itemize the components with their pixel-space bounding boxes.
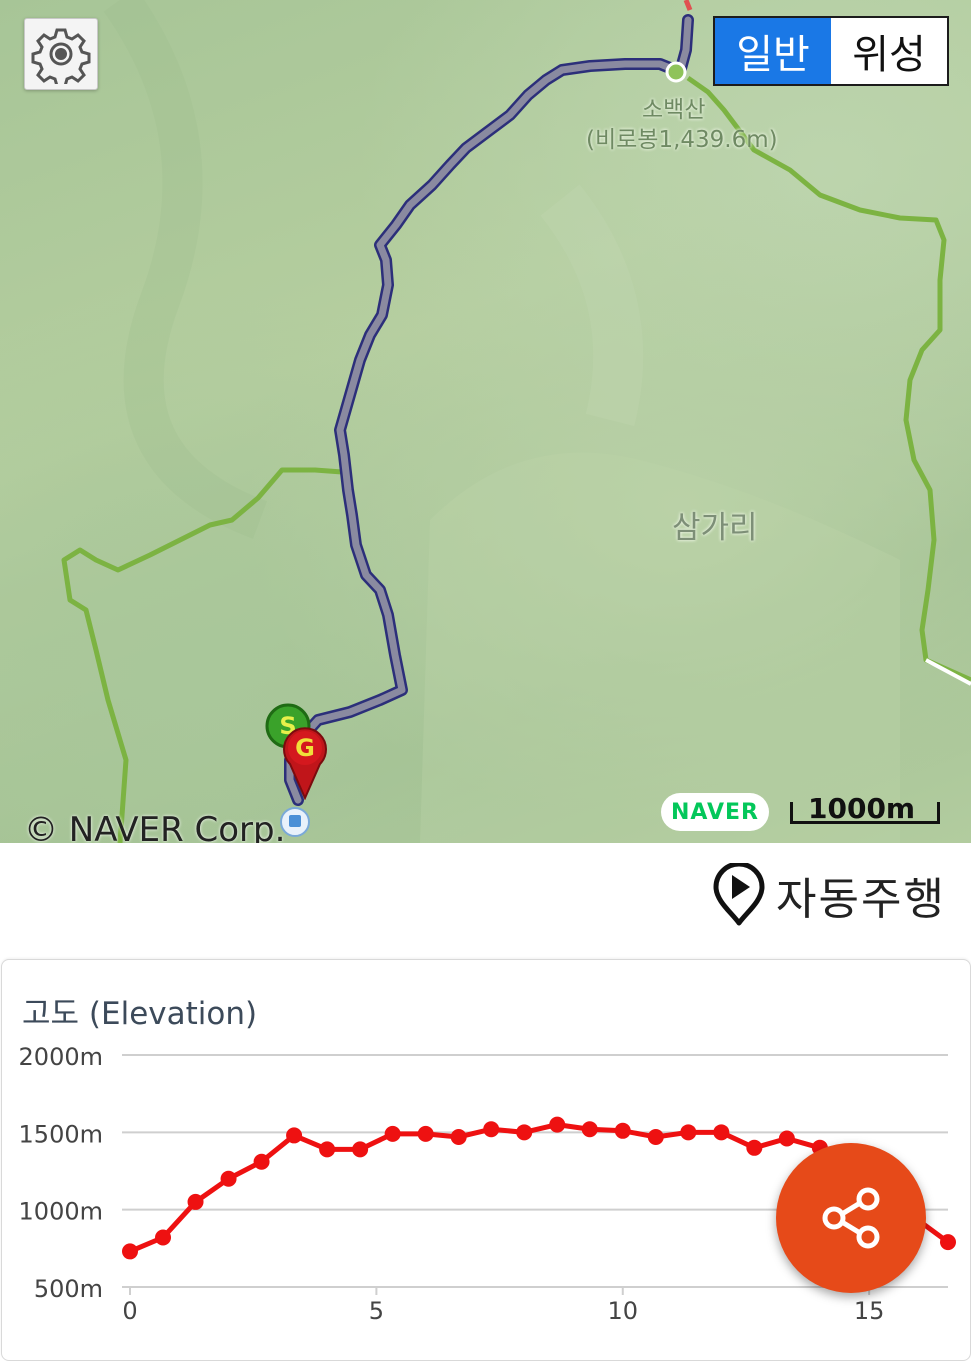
- gear-icon: [31, 28, 91, 84]
- x-tick-label: 10: [607, 1297, 638, 1325]
- map-scale: 1000m: [790, 792, 942, 825]
- peak-name-label: 소백산: [642, 97, 706, 123]
- y-tick-label: 1000m: [19, 1198, 103, 1226]
- x-tick-label: 5: [369, 1297, 384, 1325]
- elevation-point: [352, 1141, 369, 1158]
- elevation-point: [253, 1153, 270, 1170]
- map-copyright: © NAVER Corp.: [24, 810, 286, 843]
- elevation-point: [549, 1116, 566, 1133]
- elevation-point: [680, 1124, 697, 1141]
- elevation-point: [713, 1124, 730, 1141]
- elevation-point: [187, 1193, 204, 1210]
- elevation-point: [483, 1121, 500, 1138]
- autoplay-button[interactable]: 자동주행: [712, 860, 946, 930]
- elevation-point: [778, 1130, 795, 1147]
- elevation-point: [581, 1121, 598, 1138]
- elevation-point: [384, 1125, 401, 1142]
- elevation-point: [614, 1122, 631, 1139]
- scale-label: 1000m: [808, 792, 916, 825]
- elevation-point: [746, 1139, 763, 1156]
- x-tick-label: 0: [122, 1297, 137, 1325]
- map-view[interactable]: 일반 위성 소백산 (비로봉1,439.6m) 삼가리 S G © NAVER …: [0, 0, 971, 843]
- svg-text:G: G: [295, 734, 315, 762]
- naver-logo: NAVER: [661, 793, 769, 831]
- elevation-point: [155, 1229, 172, 1246]
- elevation-point: [319, 1141, 336, 1158]
- map-type-toggle[interactable]: 일반 위성: [713, 16, 949, 86]
- share-button[interactable]: [776, 1143, 926, 1293]
- play-pin-icon: [713, 863, 765, 926]
- y-tick-label: 2000m: [19, 1043, 103, 1071]
- elevation-point: [286, 1127, 303, 1144]
- elevation-point: [122, 1243, 138, 1260]
- x-tick-label: 15: [854, 1297, 885, 1325]
- village-label: 삼가리: [672, 510, 758, 546]
- autoplay-label: 자동주행: [776, 874, 946, 925]
- y-tick-label: 1500m: [19, 1120, 103, 1148]
- elevation-point: [417, 1125, 434, 1142]
- map-routes: [61, 0, 971, 843]
- settings-button[interactable]: [24, 18, 98, 90]
- share-icon: [822, 1187, 880, 1249]
- elevation-point: [516, 1124, 533, 1141]
- map-type-normal[interactable]: 일반: [715, 18, 831, 84]
- map-type-satellite[interactable]: 위성: [831, 18, 947, 84]
- elevation-title: 고도 (Elevation): [22, 996, 258, 1032]
- peak-detail-label: (비로봉1,439.6m): [586, 127, 778, 153]
- elevation-point: [450, 1128, 467, 1145]
- elevation-point: [647, 1128, 664, 1145]
- peak-marker: [665, 61, 687, 83]
- y-tick-label: 500m: [34, 1275, 103, 1303]
- elevation-point: [940, 1234, 956, 1251]
- goal-marker[interactable]: G: [280, 724, 330, 800]
- elevation-point: [220, 1170, 237, 1187]
